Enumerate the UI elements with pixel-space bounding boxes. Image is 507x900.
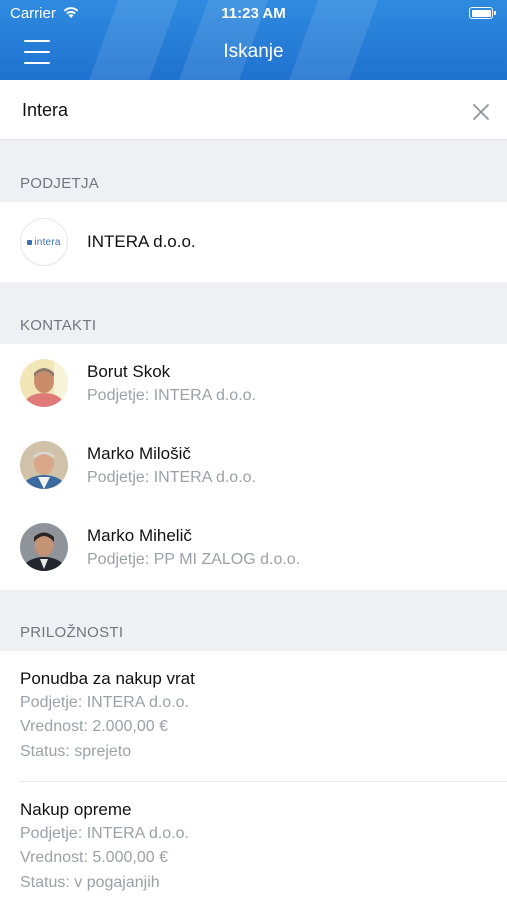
- company-row[interactable]: intera INTERA d.o.o.: [0, 202, 507, 282]
- opportunity-row[interactable]: Nakup opreme Podjetje: INTERA d.o.o. Vre…: [0, 782, 507, 900]
- opportunity-value: Vrednost: 2.000,00 €: [20, 718, 168, 735]
- opportunity-row[interactable]: Ponudba za nakup vrat Podjetje: INTERA d…: [0, 651, 507, 781]
- contact-company: Podjetje: INTERA d.o.o.: [87, 469, 256, 486]
- opportunity-value: Vrednost: 5.000,00 €: [20, 849, 168, 866]
- section-header-contacts: KONTAKTI: [0, 282, 507, 344]
- status-time: 11:23 AM: [221, 5, 286, 22]
- section-header-opportunities: PRILOŽNOSTI: [0, 590, 507, 651]
- section-header-companies: PODJETJA: [0, 140, 507, 202]
- section-title: PRILOŽNOSTI: [20, 624, 124, 641]
- contact-company: Podjetje: INTERA d.o.o.: [87, 387, 256, 404]
- nav-header: Carrier 11:23 AM Iskanje: [0, 0, 507, 80]
- avatar: [20, 359, 68, 407]
- avatar: [20, 523, 68, 571]
- logo-text: intera: [34, 236, 61, 248]
- contact-row[interactable]: Marko Milošič Podjetje: INTERA d.o.o.: [0, 426, 507, 508]
- search-bar: [0, 80, 507, 140]
- contact-name: Borut Skok: [87, 362, 171, 381]
- opportunities-list: Ponudba za nakup vrat Podjetje: INTERA d…: [0, 651, 507, 900]
- battery-icon: [469, 7, 496, 19]
- logo-mark-icon: [27, 239, 33, 245]
- section-title: KONTAKTI: [20, 317, 97, 334]
- company-logo: intera: [20, 218, 68, 266]
- companies-list: intera INTERA d.o.o.: [0, 202, 507, 282]
- opportunity-title: Ponudba za nakup vrat: [20, 669, 195, 688]
- section-title: PODJETJA: [20, 175, 100, 192]
- company-name: INTERA d.o.o.: [87, 232, 196, 251]
- opportunity-company: Podjetje: INTERA d.o.o.: [20, 694, 189, 711]
- contact-name: Marko Milošič: [87, 444, 191, 463]
- opportunity-company: Podjetje: INTERA d.o.o.: [20, 825, 189, 842]
- status-bar: Carrier 11:23 AM: [0, 0, 507, 28]
- avatar: [20, 441, 68, 489]
- page-title: Iskanje: [223, 41, 284, 62]
- contact-row[interactable]: Borut Skok Podjetje: INTERA d.o.o.: [0, 344, 507, 426]
- opportunity-status: Status: v pogajanjih: [20, 874, 160, 891]
- opportunity-title: Nakup opreme: [20, 800, 132, 819]
- contact-name: Marko Mihelič: [87, 526, 192, 545]
- contacts-list: Borut Skok Podjetje: INTERA d.o.o. Marko…: [0, 344, 507, 590]
- contact-company: Podjetje: PP MI ZALOG d.o.o.: [87, 551, 301, 568]
- close-icon[interactable]: [470, 101, 492, 123]
- opportunity-status: Status: sprejeto: [20, 743, 132, 760]
- search-input[interactable]: [22, 94, 442, 126]
- contact-row[interactable]: Marko Mihelič Podjetje: PP MI ZALOG d.o.…: [0, 508, 507, 590]
